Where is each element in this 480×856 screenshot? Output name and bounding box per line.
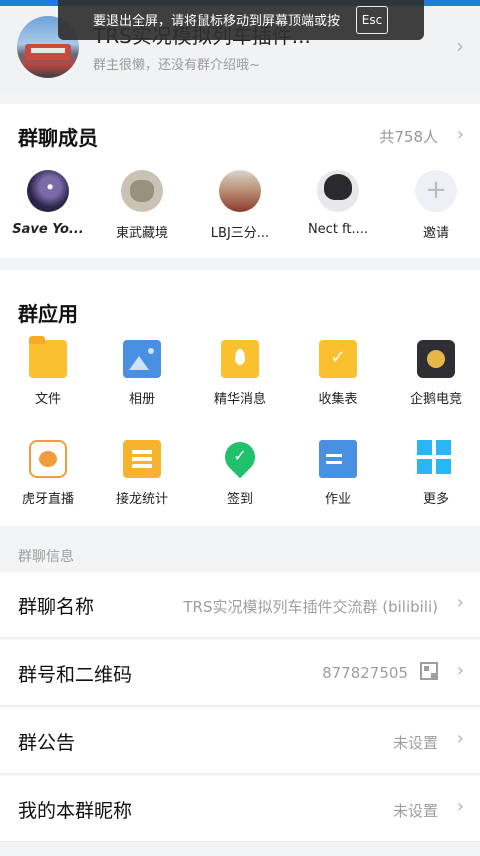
chevron-right-icon: › [456,34,464,58]
app-penguin-esports[interactable]: 企鹅电竞 [388,340,480,407]
app-label: 文件 [34,392,61,407]
plus-icon: + [415,170,457,212]
app-label: 相册 [128,392,155,407]
group-notice-row[interactable]: 群公告 未设置 › [0,708,480,774]
chevron-right-icon: › [456,660,464,681]
members-section: 群聊成员 共758人 › Save Yo... 東武藏境 LBJ三分... Ne… [0,104,480,258]
app-album[interactable]: 相册 [94,340,190,407]
app-label: 接龙统计 [115,492,168,507]
chevron-right-icon: › [456,796,464,817]
chevron-right-icon[interactable]: › [457,124,464,145]
row-value: TRS实况模拟列车插件交流群 (bilibili) [183,598,438,616]
app-chain-stats[interactable]: 接龙统计 [94,440,190,507]
info-section-label: 群聊信息 [18,549,74,565]
members-count[interactable]: 共758人 [379,126,438,147]
row-key: 群公告 [18,732,76,754]
app-label: 收集表 [318,392,358,407]
qr-code-icon [420,662,438,680]
row-value: 未设置 [392,802,438,820]
app-check-in[interactable]: 签到 [192,440,288,507]
collection-form-icon [319,340,357,378]
member-item[interactable]: 東武藏境 [94,170,190,241]
app-more[interactable]: 更多 [388,440,480,507]
app-label: 更多 [422,492,449,507]
avatar [121,170,163,212]
app-collection-form[interactable]: 收集表 [290,340,386,407]
app-essence[interactable]: 精华消息 [192,340,288,407]
essence-message-icon [221,340,259,378]
app-label: 企鹅电竞 [409,392,462,407]
chevron-right-icon: › [456,592,464,613]
members-title: 群聊成员 [18,126,98,150]
member-name: 東武藏境 [115,226,168,241]
chevron-right-icon: › [456,728,464,749]
app-homework[interactable]: 作业 [290,440,386,507]
group-apps-section: 群应用 文件 相册 精华消息 收集表 企鹅电竞 虎牙直播 接龙统计 签到 作业 … [0,270,480,526]
fullscreen-hint-text: 要退出全屏，请将鼠标移动到屏幕顶端或按 [93,14,341,29]
app-label: 精华消息 [213,392,266,407]
avatar [317,170,359,212]
folder-icon [29,336,67,378]
app-label: 作业 [324,492,351,507]
member-name: Save Yo... [12,222,84,237]
penguin-esports-icon [417,340,455,378]
invite-member-button[interactable]: + 邀请 [388,170,480,241]
avatar [27,170,69,212]
huya-live-icon [29,440,67,478]
app-label: 虎牙直播 [21,492,74,507]
app-label: 签到 [226,492,253,507]
member-item[interactable]: Save Yo... [0,170,96,237]
group-name-row[interactable]: 群聊名称 TRS实况模拟列车插件交流群 (bilibili) › [0,572,480,638]
fullscreen-exit-hint: 要退出全屏，请将鼠标移动到屏幕顶端或按 Esc [58,0,424,40]
group-id-qr-row[interactable]: 群号和二维码 877827505 › [0,640,480,706]
app-huya-live[interactable]: 虎牙直播 [0,440,96,507]
more-grid-icon [417,440,455,478]
row-key: 我的本群昵称 [18,800,133,822]
chain-stats-icon [123,440,161,478]
row-key: 群号和二维码 [18,664,133,686]
group-intro: 群主很懒，还没有群介绍哦~ [93,58,260,73]
row-value: 877827505 [322,664,408,682]
member-item[interactable]: Nect ft.... [290,170,386,237]
member-item[interactable]: LBJ三分... [192,170,288,241]
row-key: 群聊名称 [18,596,95,618]
avatar [219,170,261,212]
check-in-icon [221,440,259,478]
apps-title: 群应用 [18,302,78,326]
esc-key-badge: Esc [356,6,388,34]
row-value: 未设置 [392,734,438,752]
app-files[interactable]: 文件 [0,336,96,407]
invite-label: 邀请 [422,226,449,241]
member-name: LBJ三分... [210,226,270,241]
my-nickname-row[interactable]: 我的本群昵称 未设置 › [0,776,480,842]
photo-album-icon [123,340,161,378]
member-name: Nect ft.... [307,222,369,237]
homework-icon [319,440,357,478]
